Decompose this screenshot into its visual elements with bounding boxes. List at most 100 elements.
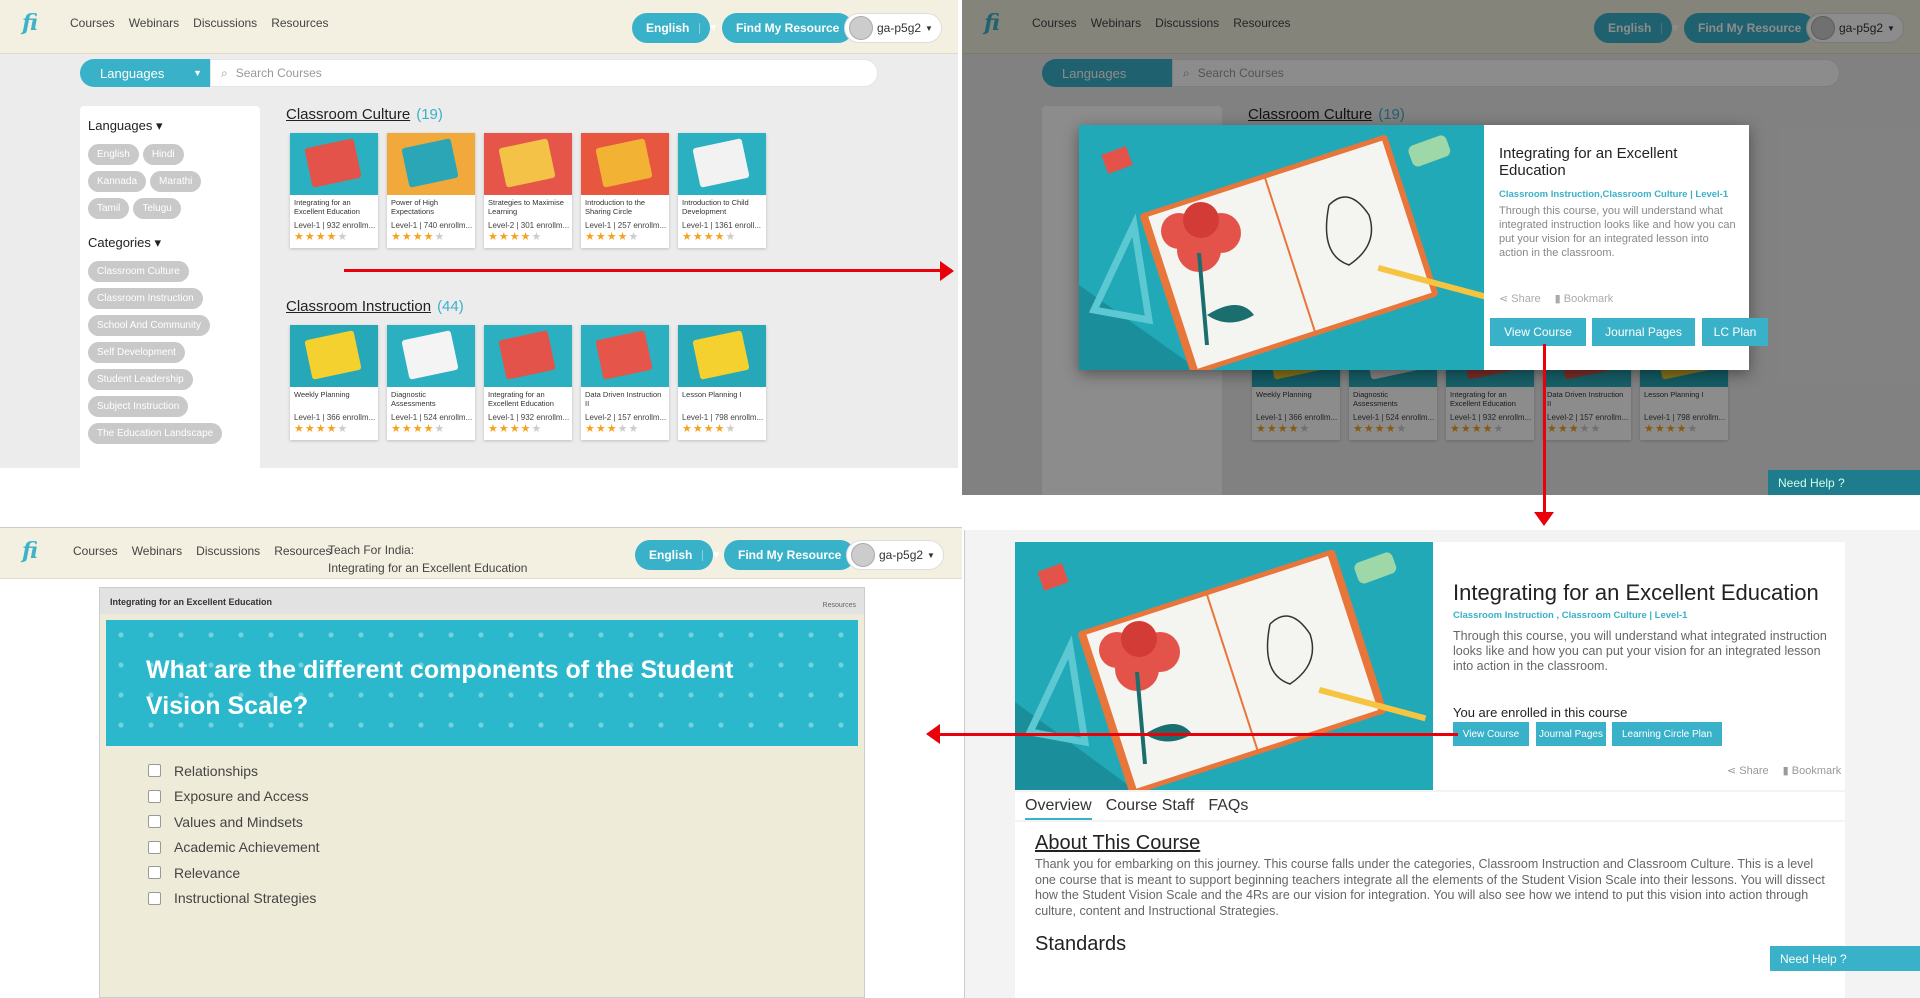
star-icon: ★: [509, 423, 521, 435]
course-card[interactable]: Integrating for an Excellent Education Le…: [290, 133, 378, 248]
lesson-title-bar: Integrating for an Excellent Education Re…: [100, 588, 864, 614]
course-card-title: Diagnostic Assessments: [391, 390, 436, 408]
course-card-meta: Level-1 | 1361 enroll...: [682, 221, 762, 230]
category-chip[interactable]: Classroom Culture: [88, 261, 189, 282]
resources-link[interactable]: Resources: [823, 602, 856, 609]
course-card[interactable]: Data Driven Instruction II Level-2 | 157 …: [581, 325, 669, 440]
section-title-classroom-culture[interactable]: Classroom Culture (19): [286, 106, 443, 123]
need-help-button[interactable]: Need Help ?: [1768, 470, 1920, 495]
journal-pages-button[interactable]: Journal Pages: [1592, 318, 1695, 346]
overview-panel: About This Course Thank you for embarkin…: [1015, 822, 1845, 998]
nav-courses[interactable]: Courses: [73, 544, 118, 558]
language-chip[interactable]: Telugu: [133, 198, 181, 219]
checkbox[interactable]: [148, 789, 161, 803]
answer-option[interactable]: Values and Mindsets: [148, 809, 320, 835]
language-dropdown[interactable]: English ▼: [632, 13, 718, 43]
language-chip[interactable]: Hindi: [142, 144, 184, 165]
tab-course-staff[interactable]: Course Staff: [1106, 797, 1195, 820]
languages-heading: Languages ▾: [88, 118, 163, 133]
fiori-logo[interactable]: fi: [22, 10, 62, 44]
tab-overview[interactable]: Overview: [1025, 797, 1092, 820]
star-rating: ★★★★★: [678, 230, 766, 243]
share-link[interactable]: ⋖ Share: [1499, 292, 1541, 305]
language-dropdown[interactable]: English ▼: [635, 540, 721, 570]
course-card[interactable]: Integrating for an Excellent Education Le…: [484, 325, 572, 440]
category-chip[interactable]: Classroom Instruction: [88, 288, 203, 309]
language-chip[interactable]: English: [88, 144, 139, 165]
course-card[interactable]: Power of High Expectations Level-1 | 740 …: [387, 133, 475, 248]
language-chip[interactable]: Kannada: [88, 171, 147, 192]
bookmark-link[interactable]: ▮ Bookmark: [1783, 764, 1842, 777]
language-chip[interactable]: Marathi: [150, 171, 202, 192]
answer-option[interactable]: Exposure and Access: [148, 784, 320, 810]
course-card[interactable]: Weekly Planning Level-1 | 366 enrollm... ★…: [290, 325, 378, 440]
search-input[interactable]: ⌕ Search Courses: [210, 59, 878, 87]
nav-resources[interactable]: Resources: [274, 544, 331, 558]
nav-webinars[interactable]: Webinars: [132, 544, 182, 558]
languages-filter-dropdown[interactable]: Languages ▼: [80, 59, 210, 87]
breadcrumb: Teach For India: Integrating for an Excel…: [328, 541, 527, 577]
breadcrumb-org[interactable]: Teach For India:: [328, 541, 527, 559]
breadcrumb-course[interactable]: Integrating for an Excellent Education: [328, 559, 527, 577]
share-link[interactable]: ⋖ Share: [1727, 764, 1769, 777]
star-icon: ★: [423, 231, 435, 243]
category-chip[interactable]: School And Community: [88, 315, 210, 336]
course-hero-card: Integrating for an Excellent Education C…: [1015, 542, 1845, 795]
course-card[interactable]: Introduction to the Sharing Circle Level-…: [581, 133, 669, 248]
learning-circle-plan-button[interactable]: Learning Circle Plan: [1612, 722, 1722, 746]
main-nav: Courses Webinars Discussions Resources: [73, 544, 332, 558]
answer-option[interactable]: Academic Achievement: [148, 835, 320, 861]
answer-option[interactable]: Instructional Strategies: [148, 886, 320, 912]
star-icon: ★: [337, 423, 349, 435]
star-icon: ★: [412, 423, 424, 435]
checkbox[interactable]: [148, 815, 161, 829]
language-chip[interactable]: Tamil: [88, 198, 130, 219]
option-label: Relevance: [174, 864, 241, 881]
user-menu[interactable]: ga-p5g2 ▼: [844, 13, 942, 43]
bookmark-link[interactable]: ▮ Bookmark: [1555, 292, 1614, 305]
checkbox[interactable]: [148, 891, 161, 905]
fiori-logo[interactable]: fi: [22, 538, 62, 572]
course-title: Integrating for an Excellent Education: [1499, 145, 1678, 179]
answer-option[interactable]: Relationships: [148, 758, 320, 784]
category-chip[interactable]: Student Leadership: [88, 369, 193, 390]
view-course-button[interactable]: View Course: [1490, 318, 1586, 346]
nav-webinars[interactable]: Webinars: [129, 16, 179, 30]
checkbox[interactable]: [148, 866, 161, 880]
journal-pages-button[interactable]: Journal Pages: [1536, 722, 1606, 746]
star-rating: ★★★★★: [484, 230, 572, 243]
nav-courses[interactable]: Courses: [70, 16, 115, 30]
user-menu[interactable]: ga-p5g2 ▼: [846, 540, 944, 570]
star-icon: ★: [337, 231, 349, 243]
nav-resources[interactable]: Resources: [271, 16, 328, 30]
category-chip[interactable]: Subject Instruction: [88, 396, 189, 417]
star-icon: ★: [606, 231, 618, 243]
course-card[interactable]: Introduction to Child Development Level-1…: [678, 133, 766, 248]
lc-plan-button[interactable]: LC Plan: [1702, 318, 1768, 346]
panel-course-detail: Integrating for an Excellent Education C…: [964, 530, 1920, 998]
user-name: ga-p5g2: [879, 548, 924, 562]
tab-faqs[interactable]: FAQs: [1208, 797, 1248, 820]
course-thumbnail: [387, 325, 475, 387]
checkbox[interactable]: [148, 840, 161, 854]
find-resource-button[interactable]: Find My Resource: [722, 13, 854, 43]
course-card[interactable]: Strategies to Maximise Learning Level-2 |…: [484, 133, 572, 248]
category-chips: Classroom Culture Classroom Instruction Sc…: [88, 261, 228, 450]
checkbox[interactable]: [148, 764, 161, 778]
course-card[interactable]: Diagnostic Assessments Level-1 | 524 enro…: [387, 325, 475, 440]
nav-discussions[interactable]: Discussions: [196, 544, 260, 558]
nav-discussions[interactable]: Discussions: [193, 16, 257, 30]
find-resource-button[interactable]: Find My Resource: [724, 540, 856, 570]
course-thumbnail: [484, 133, 572, 195]
view-course-button[interactable]: View Course: [1453, 722, 1529, 746]
course-card[interactable]: Lesson Planning I Level-1 | 798 enrollm..…: [678, 325, 766, 440]
answer-option[interactable]: Relevance: [148, 860, 320, 886]
need-help-button[interactable]: Need Help ?: [1770, 946, 1920, 971]
star-icon: ★: [423, 423, 435, 435]
bookmark-icon: ▮: [1782, 765, 1789, 777]
enrolled-status: You are enrolled in this course: [1453, 705, 1628, 720]
section-title-classroom-instruction[interactable]: Classroom Instruction (44): [286, 298, 464, 315]
category-chip[interactable]: The Education Landscape: [88, 423, 223, 444]
category-chip[interactable]: Self Development: [88, 342, 185, 363]
star-icon: ★: [585, 423, 596, 435]
